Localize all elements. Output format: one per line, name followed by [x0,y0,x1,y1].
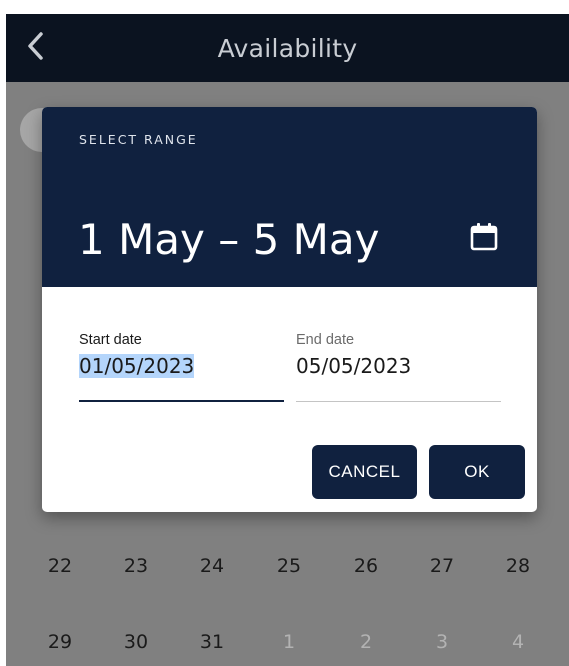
app-screen: Availability 22 23 24 25 26 27 28 29 30 … [6,14,569,666]
dialog-header: SELECT RANGE 1 May – 5 May [42,107,537,287]
calendar-day[interactable]: 28 [493,546,543,586]
calendar-day[interactable]: 31 [187,622,237,662]
calendar-day-next-month[interactable]: 4 [493,622,543,662]
calendar-day-next-month[interactable]: 2 [341,622,391,662]
start-date-value: 01/05/2023 [79,354,195,378]
start-date-underline [79,400,284,402]
app-bar: Availability [6,14,569,82]
calendar-day[interactable]: 25 [264,546,314,586]
calendar-day-next-month[interactable]: 3 [417,622,467,662]
calendar-week-row: 22 23 24 25 26 27 28 [6,546,569,586]
calendar-day[interactable]: 23 [111,546,161,586]
end-date-underline [296,401,501,402]
page-title: Availability [217,33,358,63]
end-date-label: End date [296,332,355,348]
date-range-dialog: SELECT RANGE 1 May – 5 May Start date 01… [42,107,537,512]
start-date-label: Start date [79,332,142,348]
calendar-week-row: 29 30 31 1 2 3 4 [6,622,569,662]
calendar-day[interactable]: 27 [417,546,467,586]
dialog-overline: SELECT RANGE [79,132,198,147]
end-date-input[interactable]: 05/05/2023 [296,354,501,378]
calendar-day[interactable]: 30 [111,622,161,662]
calendar-day[interactable]: 24 [187,546,237,586]
calendar-day[interactable]: 22 [35,546,85,586]
calendar-mode-button[interactable] [462,215,506,259]
ok-button[interactable]: OK [429,445,525,499]
selected-range-text: 1 May – 5 May [78,215,380,264]
calendar-icon [470,223,498,251]
back-button[interactable] [16,26,56,66]
end-date-field[interactable]: End date 05/05/2023 [296,332,501,404]
start-date-input[interactable]: 01/05/2023 [79,354,284,378]
calendar-day[interactable]: 29 [35,622,85,662]
chevron-left-icon [28,32,43,60]
calendar-day-next-month[interactable]: 1 [264,622,314,662]
start-date-field[interactable]: Start date 01/05/2023 [79,332,284,404]
calendar-day[interactable]: 26 [341,546,391,586]
cancel-button[interactable]: CANCEL [312,445,417,499]
